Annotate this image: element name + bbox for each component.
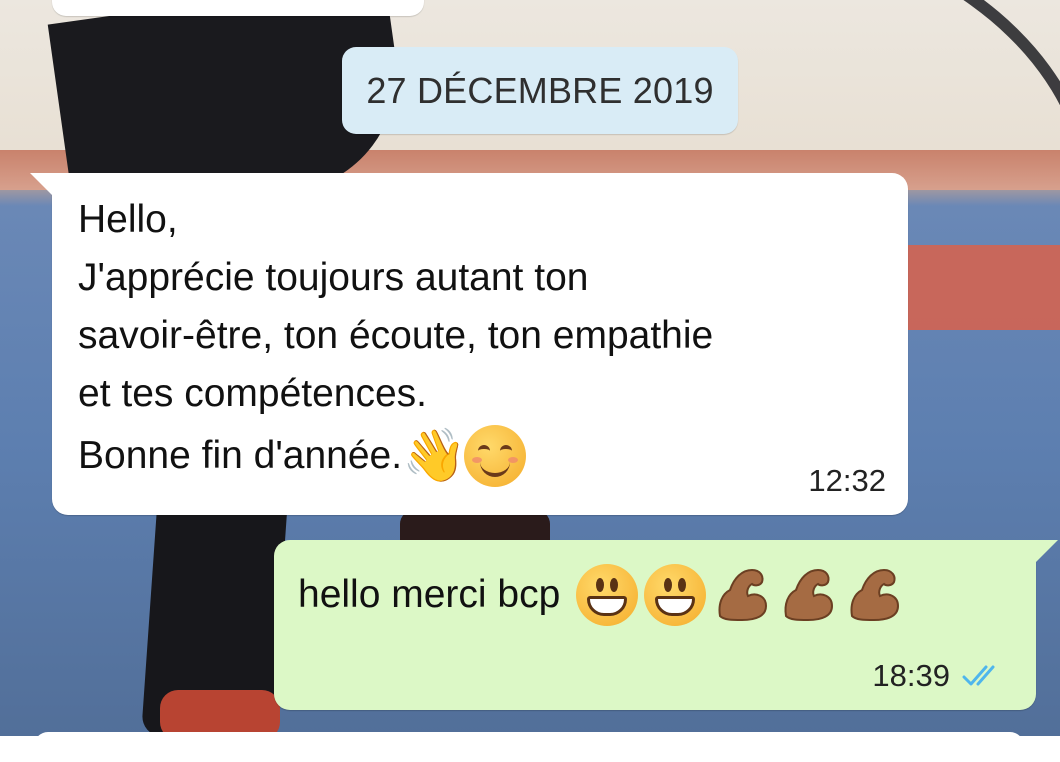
grinning-face-icon [644,564,707,626]
waving-hand-icon: 👋 [402,427,467,485]
outgoing-message-text: hello merci bcp [298,573,561,616]
flexed-biceps-icon [844,564,904,626]
date-separator: 27 DÉCEMBRE 2019 [342,47,738,134]
previous-message-bubble[interactable] [52,0,424,16]
outgoing-message-bubble[interactable]: hello merci bcp 18:39 [274,540,1058,710]
outgoing-message-line: hello merci bcp [298,564,904,626]
incoming-message-bubble[interactable]: Hello, J'apprécie toujours autant ton sa… [30,173,908,515]
grinning-face-icon [576,564,639,626]
incoming-message-time: 12:32 [808,463,886,498]
smiling-face-icon [464,425,527,487]
next-message-bubble[interactable] [34,732,1024,762]
outgoing-message-meta: 18:39 [872,658,1008,694]
flexed-biceps-icon [712,564,772,626]
outgoing-message-time: 18:39 [872,658,950,693]
incoming-message-text: Hello, J'apprécie toujours autant ton sa… [78,198,714,415]
read-double-check-icon [962,663,1008,689]
incoming-message-closing: Bonne fin d'année. [78,434,403,477]
flexed-biceps-icon [778,564,838,626]
wallpaper-shoe [160,690,280,736]
incoming-message-last-line: Bonne fin d'année. 👋 [78,425,527,487]
